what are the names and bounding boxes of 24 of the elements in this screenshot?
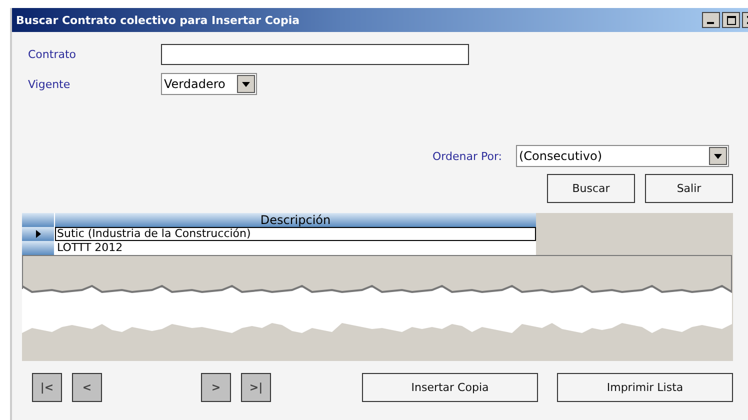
maximize-button[interactable] xyxy=(722,12,740,28)
current-row-icon xyxy=(36,230,40,238)
contract-input-field[interactable] xyxy=(161,44,469,65)
table-cell[interactable]: LOTTT 2012 xyxy=(55,241,536,255)
window-title: Buscar Contrato colectivo para Insertar Copia xyxy=(15,14,301,26)
sort-dropdown[interactable]: (Consecutivo) xyxy=(516,145,729,167)
navigation-button[interactable]: |< xyxy=(32,373,62,402)
minimize-button[interactable] xyxy=(702,12,720,28)
search-action-button[interactable]: Buscar xyxy=(547,174,635,203)
column-header[interactable]: Descripción xyxy=(55,213,536,227)
action-button[interactable]: Imprimir Lista xyxy=(557,373,733,402)
row-header[interactable] xyxy=(22,227,55,241)
field-label: Ordenar Por: xyxy=(432,150,502,162)
field-label: Vigente xyxy=(28,78,72,90)
navigation-button[interactable]: > xyxy=(201,373,231,402)
table-cell[interactable]: Sutic (Industria de la Construcción) xyxy=(55,227,536,241)
search-action-button[interactable]: Salir xyxy=(645,174,733,203)
maximize-icon xyxy=(726,16,736,24)
grid-corner-header xyxy=(22,213,55,227)
navigation-button[interactable]: >| xyxy=(241,373,271,402)
valid-dropdown[interactable]: Verdadero xyxy=(161,73,257,95)
field-label: Contrato xyxy=(28,48,78,61)
navigation-button[interactable]: < xyxy=(72,373,102,402)
action-button[interactable]: Insertar Copia xyxy=(362,373,538,402)
